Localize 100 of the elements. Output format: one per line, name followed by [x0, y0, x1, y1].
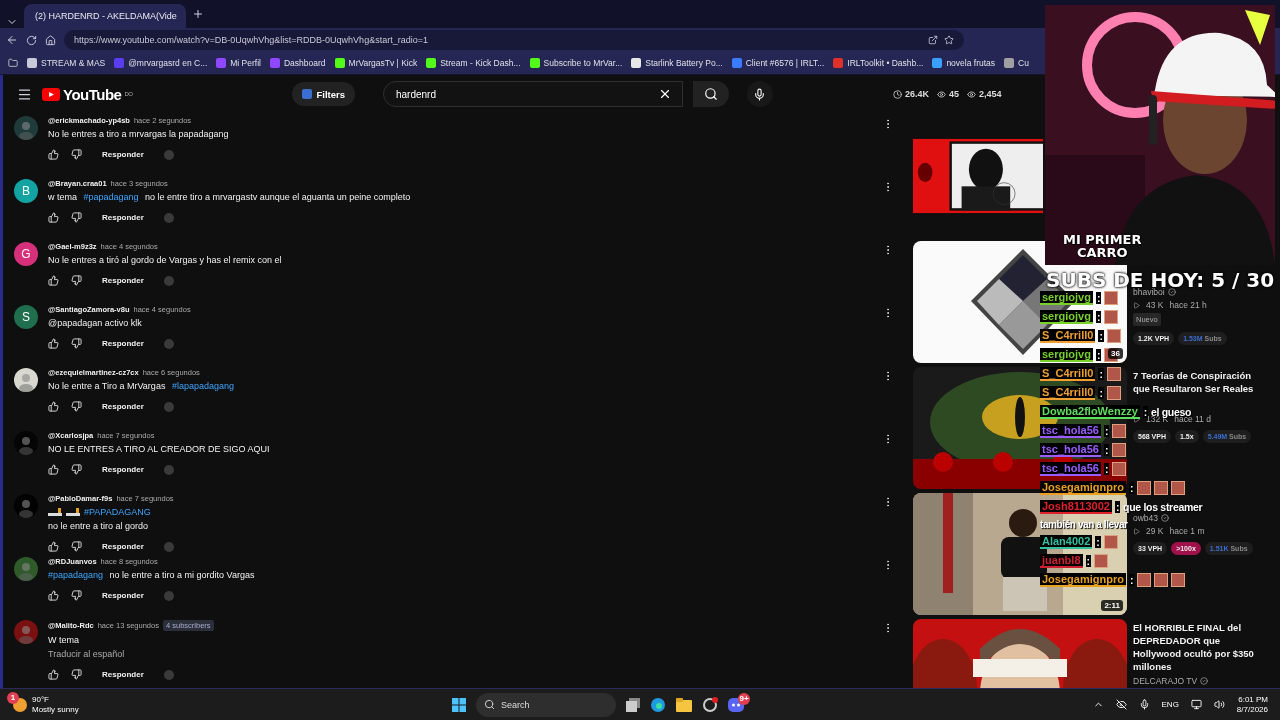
chat-separator: :	[1098, 386, 1104, 399]
bookmark[interactable]: Client #6576 | IRLT...	[731, 58, 825, 68]
dislike-icon[interactable]	[71, 464, 82, 475]
home-icon[interactable]	[45, 34, 56, 46]
task-view-icon[interactable]	[626, 697, 640, 712]
taskbar-search[interactable]: Search	[476, 692, 616, 717]
reply-button[interactable]: Responder	[94, 465, 152, 474]
browser-tab[interactable]: (2) HARDENRD - AKELDAMA(Vide	[24, 4, 186, 28]
clock-icon	[892, 89, 902, 99]
like-icon[interactable]	[48, 464, 59, 475]
hashtag-link[interactable]: #PAPADAGANG	[84, 507, 151, 517]
video-title[interactable]: 7 Teorías de Conspiración que Resultaron Ser Reales	[1133, 369, 1258, 395]
like-icon[interactable]	[48, 541, 59, 552]
bookmark[interactable]: MrVargasTv | Kick	[334, 58, 418, 68]
folder-icon[interactable]	[8, 58, 18, 68]
search-icon	[703, 87, 718, 101]
dislike-icon[interactable]	[71, 212, 82, 223]
chat-separator: :	[1098, 329, 1104, 342]
bookmark[interactable]: Subscribe to MrVar...	[529, 58, 623, 68]
hashtag-link[interactable]: #papadagang	[48, 570, 104, 580]
duration-badge: 36	[1108, 348, 1123, 359]
youtube-logo[interactable]: YouTube $^{DO}$	[42, 85, 133, 103]
like-icon[interactable]	[48, 669, 59, 680]
chat-separator: :	[1095, 291, 1102, 304]
dislike-icon[interactable]	[71, 590, 82, 601]
bookmark[interactable]: Mi Perfil	[216, 58, 261, 68]
comment-text: w tema #papadagang no le entre tiro a mrvargastv aunque el aguanta un peine completo	[48, 192, 412, 202]
like-icon[interactable]	[48, 149, 59, 160]
bookmark[interactable]: Cu	[1004, 58, 1029, 68]
like-icon[interactable]	[48, 590, 59, 601]
address-bar[interactable]: https://www.youtube.com/watch?v=DB-0UqwhVhg&list=RDDB-0UqwhVhg&start_radio=1	[64, 30, 964, 50]
reply-button[interactable]: Responder	[94, 150, 152, 159]
translate-link[interactable]: Traducir al español	[48, 649, 872, 659]
bookmark[interactable]: Starlink Battery Po...	[631, 58, 723, 68]
start-icon[interactable]	[452, 697, 466, 712]
weather-condition: Mostly sunny	[32, 704, 79, 715]
new-tab-icon[interactable]	[192, 8, 204, 20]
comment-text: @papadagan activo klk	[48, 318, 143, 328]
dislike-icon[interactable]	[71, 401, 82, 412]
like-icon[interactable]	[48, 212, 59, 223]
play-icon	[1133, 527, 1140, 535]
bookmark[interactable]: IRLToolkit • Dashb...	[833, 58, 924, 68]
reload-icon[interactable]	[26, 34, 37, 46]
eye-off-icon[interactable]	[1115, 699, 1127, 710]
reply-button[interactable]: Responder	[94, 339, 152, 348]
hashtag-link[interactable]: #papadagang	[83, 192, 139, 202]
play-icon	[1133, 301, 1140, 309]
video-title[interactable]: El HORRIBLE FINAL del DEPREDADOR que Hollywood ocultó por $350 millones	[1133, 621, 1258, 673]
app-icon[interactable]	[702, 696, 718, 713]
channel-name[interactable]: DELCARAJO TV	[1133, 676, 1198, 686]
bookmark-star-icon[interactable]	[944, 35, 954, 45]
folder-icon[interactable]	[676, 697, 692, 712]
language-indicator[interactable]: ENG	[1161, 700, 1179, 709]
reply-button[interactable]: Responder	[94, 213, 152, 222]
search-field[interactable]: hardenrd	[382, 81, 683, 107]
menu-icon[interactable]	[17, 86, 32, 102]
chat-separator: :	[1128, 573, 1135, 586]
temperature: 90°F	[32, 694, 50, 705]
verified-icon	[1161, 514, 1170, 522]
avatar: S	[14, 305, 38, 329]
bookmark[interactable]: Dashboard	[269, 58, 326, 68]
dislike-icon[interactable]	[71, 669, 82, 680]
dislike-icon[interactable]	[71, 149, 82, 160]
channel-name[interactable]: owb43	[1133, 513, 1159, 523]
search-button[interactable]	[692, 81, 729, 107]
like-icon[interactable]	[48, 275, 59, 286]
reply-button[interactable]: Responder	[94, 276, 152, 285]
dislike-icon[interactable]	[71, 275, 82, 286]
search-input[interactable]: hardenrd	[393, 87, 658, 101]
chat-separator: :	[1114, 500, 1121, 513]
bookmark[interactable]: STREAM & MAS	[27, 58, 106, 68]
duration-badge: 2:11	[1101, 600, 1123, 611]
comment-text: No le entre a Tiro a MrVargas #lapapadagang	[48, 381, 235, 391]
hashtag-link[interactable]: #lapapadagang	[171, 381, 234, 391]
filters-button[interactable]: Filters	[292, 82, 355, 106]
reply-button[interactable]: Responder	[94, 542, 152, 551]
reply-button[interactable]: Responder	[94, 591, 152, 600]
like-icon[interactable]	[48, 338, 59, 349]
bookmark[interactable]: Stream - Kick Dash...	[426, 58, 521, 68]
channel-name[interactable]: bhaviboi	[1133, 287, 1165, 297]
notification-badge: 1	[7, 691, 19, 704]
like-icon[interactable]	[48, 401, 59, 412]
clock[interactable]: 6:01 PM 8/7/2026	[1236, 694, 1268, 715]
microphone-icon[interactable]	[1138, 699, 1150, 710]
reply-button[interactable]: Responder	[94, 402, 152, 411]
chat-separator: :	[1142, 405, 1148, 418]
browser-icon[interactable]	[650, 696, 666, 713]
volume-icon[interactable]	[1213, 699, 1225, 710]
open-external-icon[interactable]	[928, 35, 938, 45]
emoji-icon	[66, 508, 80, 516]
back-icon[interactable]	[6, 34, 18, 46]
monitor-icon[interactable]	[1190, 699, 1202, 710]
dislike-icon[interactable]	[71, 338, 82, 349]
verified-icon	[1200, 677, 1209, 685]
bookmark[interactable]: novela frutas	[932, 58, 996, 68]
voice-search-button[interactable]	[746, 81, 773, 107]
dislike-icon[interactable]	[71, 541, 82, 552]
avatar: B	[14, 179, 38, 203]
reply-button[interactable]: Responder	[94, 670, 152, 679]
bookmark[interactable]: @mrvargasrd en C...	[114, 58, 208, 68]
